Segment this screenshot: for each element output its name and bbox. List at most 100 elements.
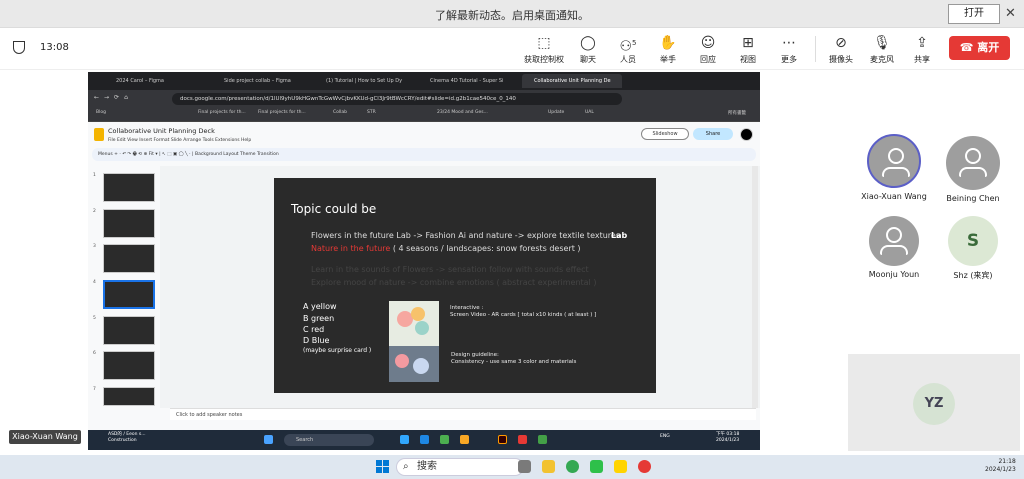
slides-logo-icon [94,128,104,141]
participant-tile[interactable]: Xiao-Xuan Wang [854,134,934,201]
interactive-text: Interactive : Screen Video - AR cards [ t… [450,305,596,319]
thumb-number: 1 [93,173,96,178]
photoshop-icon[interactable] [400,435,409,444]
slide-thumbnail[interactable] [103,316,155,345]
share-doc-button[interactable]: Share [693,128,733,140]
view-label: 视图 [740,55,756,64]
bookmark[interactable]: Collab [333,110,347,115]
bookmark[interactable]: 23/24 Mood and Ges... [437,110,488,115]
view-button[interactable]: ⊞ 视图 [728,34,768,65]
camera-off-icon: ⊘ [835,35,847,51]
bookmark[interactable]: UAL [585,110,594,115]
flower-image [389,346,439,382]
notification-open-button[interactable]: 打开 [948,4,1000,24]
widget-line: Construction [108,438,137,443]
edge-icon[interactable] [420,435,429,444]
avatar [946,136,1000,190]
slide-thumbnail[interactable] [103,173,155,202]
mic-label: 麦克风 [870,55,894,64]
chat-label: 聊天 [580,55,596,64]
more-button[interactable]: ⋯ 更多 [769,34,809,65]
thumb-number: 5 [93,316,96,321]
shield-icon [13,41,25,54]
share-icon: ⇪ [916,35,928,51]
search-icon: ⌕ [403,461,409,472]
slide-thumbnail[interactable] [103,209,155,238]
interactive-detail: Screen Video - AR cards [ total x10 kind… [450,312,597,318]
taskbar-search[interactable]: ⌕ 搜索 [396,458,524,476]
self-avatar: YZ [913,383,955,425]
task-view-icon[interactable] [518,460,531,473]
people-button[interactable]: ⚇5 人员 [608,34,648,65]
windows-start-icon[interactable] [376,460,389,473]
chrome-icon[interactable] [538,435,547,444]
toolbar-divider [815,36,816,62]
thumb-number: 3 [93,244,96,249]
slide-thumbnail-selected[interactable] [103,280,155,309]
raise-hand-button[interactable]: ✋ 举手 [648,34,688,65]
chrome-icon[interactable] [566,460,579,473]
avatar [869,216,919,266]
bookmark[interactable]: 所有書籤 [728,110,746,116]
scrollbar[interactable] [752,166,758,408]
react-button[interactable]: ☺ 回应 [688,34,728,65]
mic-button[interactable]: 🎙 麦克风 [862,34,902,65]
people-label: 人员 [620,55,636,64]
take-control-button[interactable]: ⬚ 获取控制权 [524,34,564,65]
bookmark[interactable]: Final projects for th... [258,110,306,115]
participant-tile[interactable]: Beining Chen [933,136,1013,203]
participant-name: Moonju Youn [868,270,920,279]
participant-name: Beining Chen [946,194,1000,203]
browser-tab[interactable]: Side project collab – Figma [212,74,312,88]
files-icon[interactable] [460,435,469,444]
remote-date: 2024/1/23 [716,438,740,443]
slideshow-button[interactable]: Slideshow [641,128,689,140]
illustrator-icon[interactable] [498,435,507,444]
avatar [867,134,921,188]
editor-toolbar[interactable]: Menus + · ↶ ↷ 🖶 ⟲ ⊕ Fit ▾ | ↖ ⬚ ▣ ◯ ╲ · … [92,148,756,161]
chat-button[interactable]: ◯ 聊天 [568,34,608,65]
leave-label: 离开 [977,41,1000,54]
bookmark[interactable]: Update [548,110,564,115]
mic-icon: 🎙 [873,35,891,51]
remote-lang[interactable]: ENG [660,434,670,439]
leave-button[interactable]: ☎ 离开 [949,36,1010,60]
slide-faint-line: Explore mood of nature -> combine emotio… [311,278,597,287]
remote-taskbar-widget[interactable]: ASD的 / Eeon s... Construction [108,432,146,444]
browser-tab-active[interactable]: Collaborative Unit Planning De [522,74,622,88]
share-screen-button[interactable]: ⇪ 共享 [902,34,942,65]
slide-thumbnail[interactable] [103,244,155,273]
local-time: 21:18 [998,458,1016,465]
bookmark[interactable]: STR [367,110,376,115]
slide-option-note: (maybe surprise card ) [303,347,372,354]
windows-start-icon[interactable] [264,435,273,444]
participant-name: Xiao-Xuan Wang [861,192,927,201]
participant-tile[interactable]: Moonju Youn [854,216,934,279]
camera-button[interactable]: ⊘ 摄像头 [821,34,861,65]
app-icon[interactable] [518,435,527,444]
slide-option: A yellow [303,302,337,311]
slide-thumbnail[interactable] [103,351,155,380]
interactive-heading: Interactive : [450,305,484,311]
chrome-icon[interactable] [440,435,449,444]
slide-thumbnail[interactable] [103,387,155,406]
browser-tab[interactable]: 2024 Carol – Figma [104,74,210,88]
wechat-icon[interactable] [590,460,603,473]
speaker-notes[interactable]: Click to add speaker notes [170,408,756,420]
browser-tab[interactable]: (1) Tutorial | How to Set Up Dy [314,74,414,88]
bookmark[interactable]: Blog [96,110,106,115]
nav-buttons[interactable]: ←→⟳⌂ [94,94,133,101]
app-icon[interactable] [638,460,651,473]
address-bar[interactable]: docs.google.com/presentation/d/1lUl9yhU9… [172,93,622,105]
participant-tile[interactable]: S Shz (来宾) [933,216,1013,281]
avatar: S [948,216,998,266]
file-explorer-icon[interactable] [542,460,555,473]
document-title[interactable]: Collaborative Unit Planning Deck [108,127,215,135]
avatar[interactable] [740,128,753,141]
menu-bar[interactable]: File Edit View Insert Format Slide Arran… [108,138,251,143]
notes-icon[interactable] [614,460,627,473]
bookmark[interactable]: Final projects for th... [198,110,246,115]
remote-search[interactable]: Search [284,434,374,446]
close-icon[interactable]: ✕ [1005,6,1016,21]
browser-tab[interactable]: Cinema 4D Tutorial - Super Si [418,74,518,88]
